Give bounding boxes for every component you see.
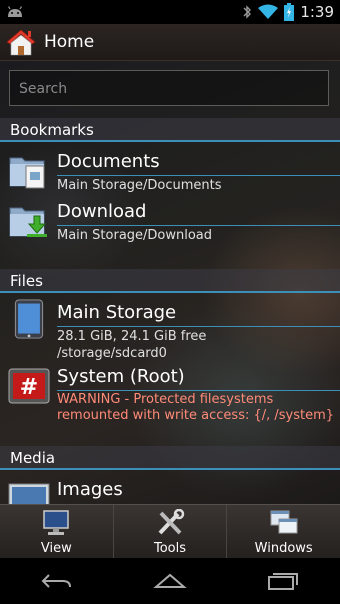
windows-icon bbox=[270, 510, 298, 534]
windows-tab[interactable]: Windows bbox=[226, 505, 340, 559]
storage-path: /storage/sdcard0 bbox=[57, 346, 167, 361]
wifi-icon bbox=[258, 4, 279, 19]
battery-icon bbox=[284, 3, 295, 21]
bookmark-path: Main Storage/Download bbox=[57, 228, 213, 243]
system-nav-bar bbox=[0, 558, 340, 604]
folder-documents-icon bbox=[9, 157, 45, 189]
status-time: 1:39 bbox=[300, 3, 334, 21]
folder-download-icon bbox=[9, 207, 47, 237]
file-item-system-root[interactable]: # System (Root) WARNING - Protected file… bbox=[0, 363, 340, 429]
svg-text:#: # bbox=[20, 375, 38, 400]
bookmark-item-download[interactable]: Download Main Storage/Download bbox=[0, 196, 340, 246]
bookmark-path: Main Storage/Documents bbox=[57, 178, 222, 193]
section-header-media: Media bbox=[0, 446, 340, 470]
tools-icon bbox=[158, 509, 185, 535]
bookmark-title: Download bbox=[57, 201, 147, 222]
search-placeholder: Search bbox=[19, 81, 68, 97]
media-item-images[interactable]: Images bbox=[0, 474, 340, 504]
view-tab[interactable]: View bbox=[0, 505, 113, 559]
action-bar: Home bbox=[0, 24, 340, 61]
home-icon[interactable] bbox=[6, 28, 36, 56]
root-warning-line2: remounted with write access: {/, /system… bbox=[57, 408, 335, 423]
search-input[interactable]: Search bbox=[9, 70, 329, 106]
images-icon bbox=[8, 483, 50, 504]
page-title: Home bbox=[44, 32, 95, 52]
monitor-icon bbox=[43, 510, 70, 535]
bottom-tab-bar: View Tools Windows bbox=[0, 504, 340, 559]
status-bar: 1:39 bbox=[0, 0, 340, 24]
file-title: Main Storage bbox=[57, 302, 177, 323]
recent-apps-icon[interactable] bbox=[265, 569, 301, 593]
content-list: Search Bookmarks Documents Main Storage/… bbox=[0, 61, 340, 504]
android-notification-icon bbox=[7, 6, 23, 17]
back-icon[interactable] bbox=[39, 569, 75, 593]
bluetooth-icon bbox=[243, 5, 252, 19]
tools-tab[interactable]: Tools bbox=[112, 505, 227, 559]
storage-size: 28.1 GiB, 24.1 GiB free bbox=[57, 329, 207, 344]
media-title: Images bbox=[57, 479, 123, 500]
file-title: System (Root) bbox=[57, 366, 185, 387]
root-warning-line1: WARNING - Protected filesystems bbox=[57, 392, 274, 407]
section-header-files: Files bbox=[0, 269, 340, 293]
section-header-bookmarks: Bookmarks bbox=[0, 118, 340, 142]
terminal-hash-icon: # bbox=[8, 368, 50, 404]
file-item-main-storage[interactable]: Main Storage 28.1 GiB, 24.1 GiB free /st… bbox=[0, 297, 340, 361]
bookmark-title: Documents bbox=[57, 151, 160, 172]
bookmark-item-documents[interactable]: Documents Main Storage/Documents bbox=[0, 146, 340, 196]
home-nav-icon[interactable] bbox=[152, 569, 188, 593]
storage-device-icon bbox=[14, 299, 44, 339]
